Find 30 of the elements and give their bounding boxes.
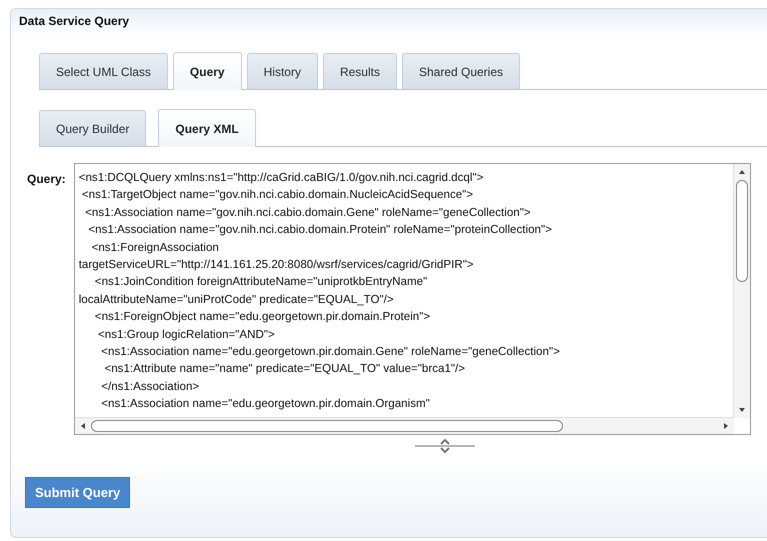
- tab[interactable]: History: [246, 53, 318, 89]
- field-label: Query:: [27, 171, 66, 188]
- code-line: </ns1:Association>: [100, 378, 200, 395]
- code-line: <ns1:Association name="gov.nih.nci.cabio.domain.Gene" roleName="geneCollection">: [84, 204, 532, 221]
- code-line: <ns1:TargetObject name="gov.nih.nci.cabio.domain.NucleicAcidSequence">: [80, 187, 474, 204]
- code-line: <ns1:DCQLQuery xmlns:ns1="http://caGrid.caBIG/1.0/gov.nih.nci.cagrid.dcql">: [78, 170, 484, 186]
- tab[interactable]: Results: [322, 53, 397, 89]
- panel-title: Data Service Query: [19, 14, 130, 28]
- resize-handle-icon[interactable]: [415, 437, 475, 455]
- tab[interactable]: Shared Queries: [402, 53, 520, 89]
- code-line: <ns1:Attribute name="name" predicate="EQUAL_TO" value="brca1"/>: [103, 361, 466, 378]
- horizontal-scrollbar[interactable]: [74, 417, 734, 434]
- code-line: <ns1:Association name="edu.georgetown.pir.domain.Gene" roleName="geneCollection">: [100, 344, 561, 360]
- vertical-scrollbar[interactable]: [732, 164, 750, 418]
- query-text-area[interactable]: [74, 163, 751, 435]
- tab[interactable]: Query: [172, 52, 242, 90]
- submit-button[interactable]: Submit Query: [25, 477, 130, 508]
- scroll-thumb[interactable]: [736, 180, 748, 282]
- scroll-thumb[interactable]: [90, 420, 563, 432]
- tab[interactable]: Query Builder: [39, 110, 146, 146]
- code-line: <ns1:Association name="edu.georgetown.pir.domain.Organism": [100, 396, 431, 412]
- code-line: <ns1:ForeignObject name="edu.georgetown.pir.domain.Protein">: [94, 309, 432, 326]
- code-line: <ns1:Association name="gov.nih.nci.cabio.domain.Protein" roleName="proteinCollection">: [87, 222, 553, 238]
- code-line: localAttributeName="uniProtCode" predicate="EQUAL_TO"/>: [78, 292, 395, 308]
- tab[interactable]: Select UML Class: [39, 53, 168, 89]
- code-line: targetServiceURL="http://141.161.25.20:8080/wsrf/services/cagrid/GridPIR">: [78, 257, 475, 274]
- code-line: <ns1:ForeignAssociation: [90, 240, 220, 256]
- code-line: <ns1:JoinCondition foreignAttributeName="uniprotkbEntryName": [94, 274, 428, 290]
- code-line: <ns1:Group logicRelation="AND">: [97, 326, 276, 343]
- tab[interactable]: Query XML: [158, 109, 256, 147]
